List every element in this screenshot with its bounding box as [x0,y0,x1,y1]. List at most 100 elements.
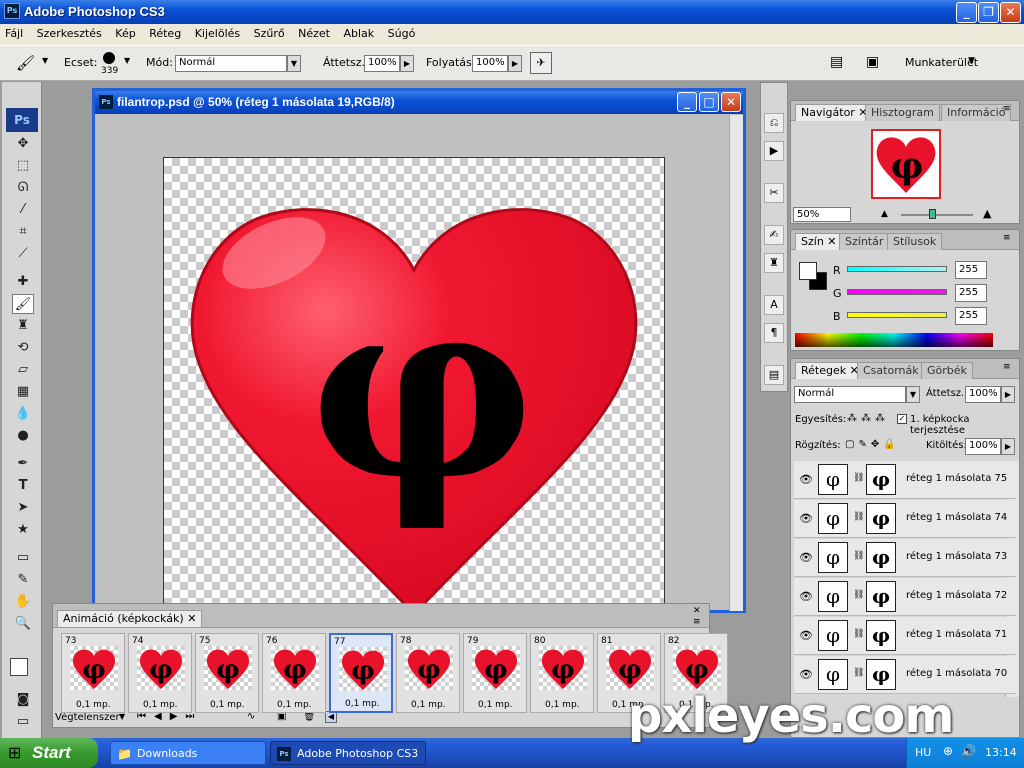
menu-layer[interactable]: Réteg [144,24,186,40]
menu-file[interactable]: Fájl [0,24,28,40]
airbrush-toggle-icon[interactable]: ✈ [530,52,552,74]
gradient-tool-icon[interactable]: ▦ [12,382,34,402]
menu-help[interactable]: Súgó [383,24,421,40]
layer-row[interactable]: 👁 φ ⛓ φ réteg 1 másolata 71 [794,617,1016,655]
palette-well-icon[interactable]: ▤ [830,54,843,70]
visibility-eye-icon[interactable]: 👁 [799,473,813,486]
panel-menu-icon[interactable]: ≡ [1003,362,1011,372]
fill-arrow-icon[interactable]: ▶ [1001,438,1015,455]
menu-window[interactable]: Ablak [338,24,379,40]
visibility-eye-icon[interactable]: 👁 [799,512,813,525]
layers-opacity-input[interactable]: 100% [965,386,1001,403]
menu-image[interactable]: Kép [110,24,140,40]
frame-delay[interactable]: 0,1 mp. [478,700,513,710]
zoom-in-icon[interactable]: ▲ [983,207,991,220]
hand-tool-icon[interactable]: ✋ [12,592,34,612]
menu-select[interactable]: Kijelölés [190,24,245,40]
visibility-eye-icon[interactable]: 👁 [799,551,813,564]
lock-buttons-icon[interactable]: ▢✎✥🔒 [845,439,900,450]
channel-g-slider[interactable] [847,289,947,295]
tab-navigator[interactable]: Navigátor ✕ [795,104,874,121]
opacity-slider-arrow-icon[interactable]: ▶ [400,55,414,72]
tab-swatches[interactable]: Színtár [839,233,890,250]
foreground-color-swatch[interactable] [10,658,28,676]
doc-maximize-button[interactable]: □ [699,92,719,112]
brush-preview-icon[interactable] [103,52,115,64]
fg-color-swatch[interactable] [799,262,817,280]
healing-brush-tool-icon[interactable]: ✚ [12,272,34,292]
mode-dropdown-icon[interactable]: ▼ [287,55,301,72]
crop-tool-icon[interactable]: ⌗ [12,222,34,242]
loop-select[interactable]: Végtelenszer [55,712,120,723]
marquee-tool-icon[interactable]: ⬚ [12,156,34,176]
pen-tool-icon[interactable]: ✒ [12,454,34,474]
frame-delay[interactable]: 0,1 mp. [210,700,245,710]
channel-b-value[interactable]: 255 [955,307,987,325]
frame-delay[interactable]: 0,1 mp. [411,700,446,710]
panel-menu-icon[interactable]: ≡ [693,617,701,627]
layer-row[interactable]: 👁 φ ⛓ φ réteg 1 másolata 75 [794,461,1016,499]
blend-mode-dropdown-icon[interactable]: ▼ [906,386,920,403]
animation-frame[interactable]: 79 φ 0,1 mp. [463,633,527,713]
eraser-tool-icon[interactable]: ▱ [12,360,34,380]
type-tool-icon[interactable]: T [12,476,34,496]
visibility-eye-icon[interactable]: 👁 [799,629,813,642]
canvas[interactable]: φ [163,157,665,613]
visibility-eye-icon[interactable]: 👁 [799,590,813,603]
layers-opacity-arrow-icon[interactable]: ▶ [1001,386,1015,403]
link-icon[interactable]: ⛓ [853,668,864,678]
flow-slider-arrow-icon[interactable]: ▶ [508,55,522,72]
channel-b-slider[interactable] [847,312,947,318]
fill-input[interactable]: 100% [965,438,1001,455]
tab-channels[interactable]: Csatornák [857,362,925,379]
eyedropper-tool-icon[interactable]: ✎ [12,570,34,590]
layer-row[interactable]: 👁 φ ⛓ φ réteg 1 másolata 74 [794,500,1016,538]
doc-minimize-button[interactable]: _ [677,92,697,112]
brush-picker-dropdown-icon[interactable]: ▼ [124,56,130,65]
slice-tool-icon[interactable]: ⟋ [12,244,34,264]
task-photoshop[interactable]: Ps Adobe Photoshop CS3 [270,741,426,765]
menu-view[interactable]: Nézet [293,24,335,40]
actions-panel-icon[interactable]: ▶ [764,141,784,161]
clone-stamp-tool-icon[interactable]: ♜ [12,316,34,336]
propagate-checkbox[interactable]: ✓ [897,414,907,424]
task-downloads[interactable]: 📁 Downloads [110,741,266,765]
paragraph-panel-icon[interactable]: ¶ [764,323,784,343]
layer-row[interactable]: 👁 φ ⛓ φ réteg 1 másolata 72 [794,578,1016,616]
loop-dropdown-icon[interactable]: ▼ [119,712,125,721]
bridge-icon[interactable]: ▣ [866,54,879,70]
tab-info[interactable]: Információ [941,104,1012,121]
workspace-dropdown-icon[interactable]: ▼ [968,56,975,66]
layer-row[interactable]: 👁 φ ⛓ φ réteg 1 másolata 73 [794,539,1016,577]
dodge-tool-icon[interactable]: ● [12,426,34,446]
tab-layers[interactable]: Rétegek ✕ [795,362,865,379]
quick-mask-icon[interactable]: ◙ [12,690,34,710]
frame-delay[interactable]: 0,1 mp. [143,700,178,710]
tab-styles[interactable]: Stílusok [887,233,943,250]
frame-delay[interactable]: 0,1 mp. [76,700,111,710]
doc-scrollbar[interactable] [729,115,743,611]
opacity-input[interactable]: 100% [364,55,400,72]
blend-mode-select[interactable]: Normál [794,386,906,403]
tab-color[interactable]: Szín ✕ [795,233,843,250]
mode-select[interactable]: Normál [175,55,287,72]
menu-filter[interactable]: Szűrő [249,24,290,40]
menu-edit[interactable]: Szerkesztés [32,24,107,40]
blur-tool-icon[interactable]: 💧 [12,404,34,424]
frame-delay[interactable]: 0,1 mp. [277,700,312,710]
link-icon[interactable]: ⛓ [853,473,864,483]
animation-frame[interactable]: 80 φ 0,1 mp. [530,633,594,713]
channel-r-value[interactable]: 255 [955,261,987,279]
channel-g-value[interactable]: 255 [955,284,987,302]
link-icon[interactable]: ⛓ [853,629,864,639]
minimize-button[interactable]: _ [956,2,977,23]
restore-button[interactable]: ❐ [978,2,999,23]
shape-tool-icon[interactable]: ★ [12,520,34,540]
animation-frame[interactable]: 73 φ 0,1 mp. [61,633,125,713]
screen-mode-icon[interactable]: ▭ [12,712,34,732]
volume-icon[interactable]: 🔊 [961,744,976,758]
animation-frame[interactable]: 78 φ 0,1 mp. [396,633,460,713]
tool-presets-icon[interactable]: ✂ [764,183,784,203]
animation-frame[interactable]: 74 φ 0,1 mp. [128,633,192,713]
animation-frame[interactable]: 77 φ 0,1 mp. [329,633,393,713]
